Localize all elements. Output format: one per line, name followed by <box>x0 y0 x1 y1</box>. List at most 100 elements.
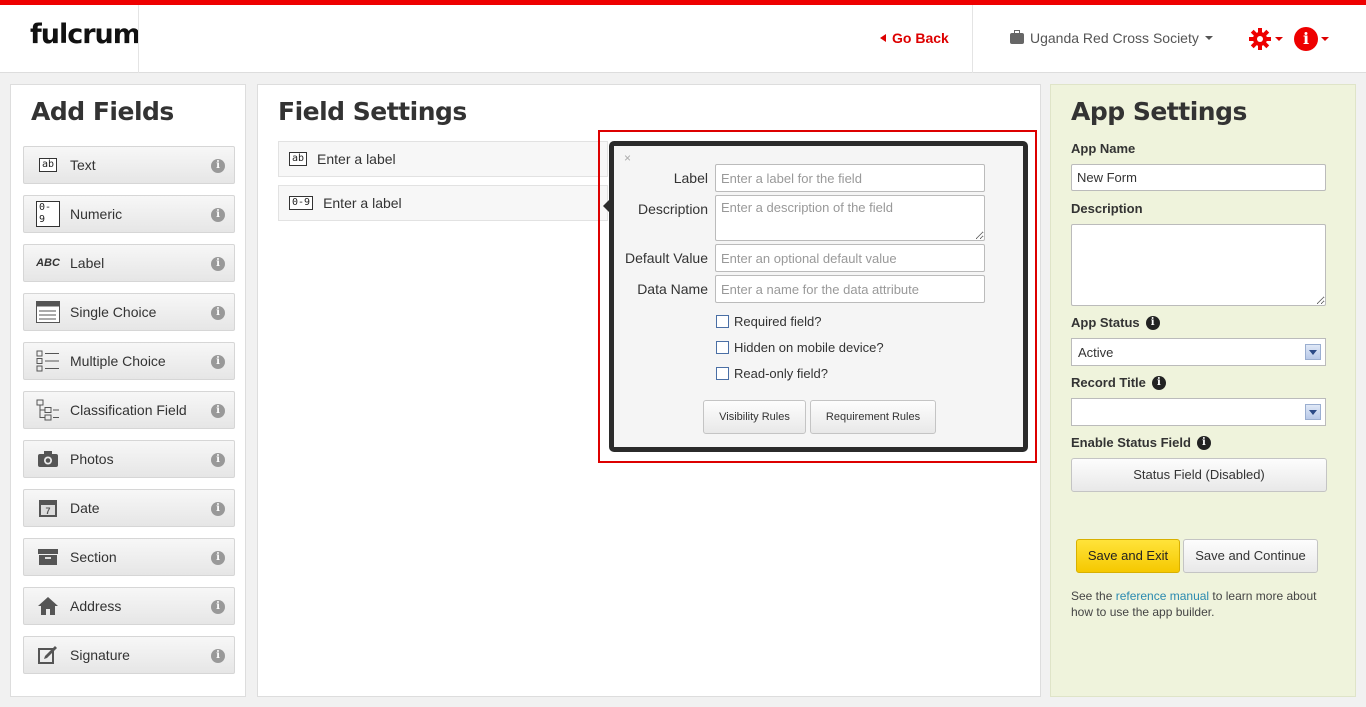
numeric-field-icon: 0-9 <box>289 196 314 210</box>
add-classification-field-button[interactable]: Classification Field i <box>23 391 235 429</box>
field-type-label: Signature <box>70 647 130 663</box>
classification-icon <box>36 399 59 421</box>
close-icon[interactable]: × <box>624 151 631 165</box>
fulcrum-logo[interactable]: fulcrum <box>30 19 141 50</box>
info-icon[interactable]: i <box>1145 315 1160 330</box>
field-settings-title: Field Settings <box>278 97 467 126</box>
multiple-choice-icon <box>36 350 59 372</box>
add-multiple-choice-button[interactable]: Multiple Choice i <box>23 342 235 380</box>
add-section-button[interactable]: Section i <box>23 538 235 576</box>
label-field-icon: ABC <box>36 257 60 269</box>
app-status-select[interactable]: Active <box>1071 338 1326 366</box>
label-input[interactable] <box>715 164 985 192</box>
briefcase-icon <box>1010 29 1024 44</box>
field-type-label: Classification Field <box>70 402 187 418</box>
visibility-rules-button[interactable]: Visibility Rules <box>703 400 806 434</box>
info-icon[interactable]: i <box>211 257 225 271</box>
add-photos-field-button[interactable]: Photos i <box>23 440 235 478</box>
default-value-label: Default Value <box>624 250 708 266</box>
info-icon[interactable]: i <box>211 600 225 614</box>
checkbox-box[interactable] <box>716 341 729 354</box>
help-note: See the reference manual to learn more a… <box>1071 588 1341 620</box>
numeric-field-icon: 0-9 <box>36 201 60 227</box>
info-icon[interactable]: i <box>211 306 225 320</box>
info-icon[interactable]: i <box>1151 375 1166 390</box>
status-field-button[interactable]: Status Field (Disabled) <box>1071 458 1327 492</box>
field-type-label: Text <box>70 157 96 173</box>
add-address-field-button[interactable]: Address i <box>23 587 235 625</box>
single-choice-icon <box>36 301 60 323</box>
enable-status-field-label: Enable Status Field i <box>1071 435 1211 450</box>
checkbox-label: Read-only field? <box>734 366 828 381</box>
home-icon <box>38 597 58 615</box>
chevron-down-icon <box>1305 404 1321 420</box>
field-type-label: Single Choice <box>70 304 157 320</box>
gear-icon <box>1249 28 1271 50</box>
app-status-label: App Status i <box>1071 315 1160 330</box>
add-label-field-button[interactable]: ABC Label i <box>23 244 235 282</box>
app-name-label: App Name <box>1071 141 1135 156</box>
svg-text:7: 7 <box>45 506 50 516</box>
requirement-rules-button[interactable]: Requirement Rules <box>810 400 936 434</box>
info-icon[interactable]: i <box>211 502 225 516</box>
field-type-label: Label <box>70 255 105 271</box>
app-settings-title: App Settings <box>1071 97 1247 126</box>
enable-status-field-label-text: Enable Status Field <box>1071 435 1191 450</box>
add-text-field-button[interactable]: ab Text i <box>23 146 235 184</box>
go-back-label: Go Back <box>892 30 949 46</box>
field-type-label: Section <box>70 549 117 565</box>
add-date-field-button[interactable]: 7 Date i <box>23 489 235 527</box>
default-value-input[interactable] <box>715 244 985 272</box>
hidden-on-mobile-checkbox[interactable]: Hidden on mobile device? <box>716 340 884 355</box>
field-type-label: Date <box>70 500 100 516</box>
description-input[interactable] <box>715 195 985 241</box>
add-numeric-field-button[interactable]: 0-9 Numeric i <box>23 195 235 233</box>
data-name-input[interactable] <box>715 275 985 303</box>
form-field-row[interactable]: 0-9 Enter a label <box>278 185 608 221</box>
app-name-label-text: App Name <box>1071 141 1136 156</box>
checkbox-box[interactable] <box>716 367 729 380</box>
go-back-link[interactable]: Go Back <box>880 30 949 46</box>
info-icon[interactable]: i <box>211 159 225 173</box>
organization-dropdown[interactable]: Uganda Red Cross Society <box>1010 29 1213 46</box>
description-label: Description <box>1071 201 1143 216</box>
info-icon[interactable]: i <box>211 355 225 369</box>
info-icon[interactable]: i <box>211 208 225 222</box>
reference-manual-link[interactable]: reference manual <box>1116 589 1209 603</box>
chevron-down-icon <box>1305 344 1321 360</box>
field-type-label: Photos <box>70 451 114 467</box>
chevron-down-icon <box>1275 37 1283 41</box>
add-single-choice-button[interactable]: Single Choice i <box>23 293 235 331</box>
label-field-label: Label <box>673 170 708 186</box>
info-icon: i <box>1294 27 1318 51</box>
app-header: fulcrum Go Back Uganda Red Cross Society <box>0 5 1366 73</box>
save-and-exit-button[interactable]: Save and Exit <box>1076 539 1180 573</box>
chevron-down-icon <box>1321 37 1329 41</box>
divider <box>972 5 973 73</box>
info-icon[interactable]: i <box>211 551 225 565</box>
app-status-value: Active <box>1078 345 1114 360</box>
help-menu-button[interactable]: i <box>1294 27 1329 51</box>
required-checkbox[interactable]: Required field? <box>716 314 821 329</box>
form-field-row[interactable]: ab Enter a label <box>278 141 608 177</box>
field-type-label: Address <box>70 598 122 614</box>
checkbox-label: Required field? <box>734 314 822 329</box>
info-icon[interactable]: i <box>211 649 225 663</box>
app-status-label-text: App Status <box>1071 315 1140 330</box>
info-icon[interactable]: i <box>211 453 225 467</box>
app-description-input[interactable] <box>1071 224 1326 306</box>
save-and-continue-button[interactable]: Save and Continue <box>1183 539 1318 573</box>
field-type-label: Multiple Choice <box>70 353 166 369</box>
info-icon[interactable]: i <box>211 404 225 418</box>
app-name-input[interactable] <box>1071 164 1326 191</box>
text-field-icon: ab <box>289 152 308 166</box>
add-signature-field-button[interactable]: Signature i <box>23 636 235 674</box>
info-icon[interactable]: i <box>1196 435 1211 450</box>
checkbox-box[interactable] <box>716 315 729 328</box>
record-title-select[interactable] <box>1071 398 1326 426</box>
add-fields-panel: Add Fields ab Text i 0-9 Numeric i ABC L… <box>10 84 246 697</box>
read-only-checkbox[interactable]: Read-only field? <box>716 366 828 381</box>
settings-menu-button[interactable] <box>1248 27 1283 51</box>
field-row-label: Enter a label <box>323 195 402 211</box>
add-fields-title: Add Fields <box>31 97 174 126</box>
